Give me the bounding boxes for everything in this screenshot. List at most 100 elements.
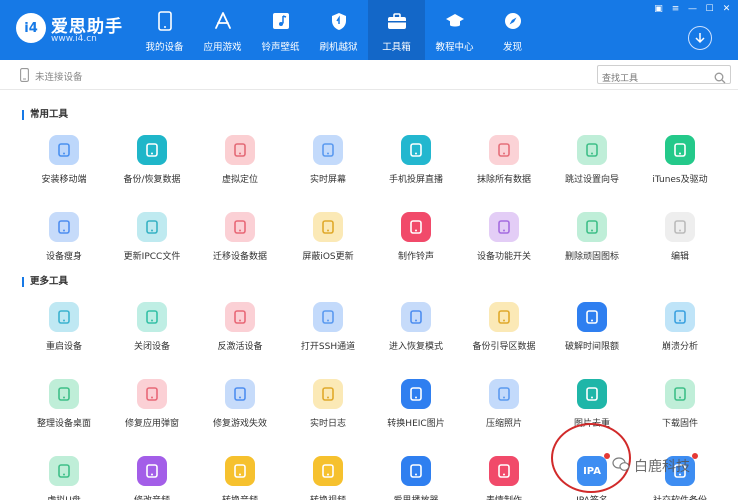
nav-ringtones-wallpapers[interactable]: 铃声壁纸 bbox=[252, 0, 309, 60]
minimize-icon[interactable]: — bbox=[685, 2, 700, 15]
ipcc-file-icon bbox=[137, 212, 167, 242]
nav-flash-jailbreak[interactable]: 刷机越狱 bbox=[310, 0, 367, 60]
tool-label: 制作铃声 bbox=[397, 252, 434, 262]
tool-eraser[interactable]: 抹除所有数据 bbox=[464, 135, 544, 195]
tool-recovery-phone[interactable]: 进入恢复模式 bbox=[376, 302, 456, 362]
tool-label: 实时日志 bbox=[309, 419, 346, 429]
tool-skip-document[interactable]: 跳过设置向导 bbox=[552, 135, 632, 195]
nav-toolbox[interactable]: 工具箱 bbox=[368, 0, 425, 60]
usb-drive-icon bbox=[49, 456, 79, 486]
device-bar: 未连接设备 bbox=[0, 60, 738, 90]
nav-apps-games[interactable]: 应用游戏 bbox=[194, 0, 251, 60]
tool-firmware-download[interactable]: 下载固件 bbox=[640, 379, 720, 439]
delete-icon-icon bbox=[577, 212, 607, 242]
tool-label: 虚拟定位 bbox=[221, 175, 258, 185]
tool-search bbox=[597, 65, 731, 88]
ringtone-icon bbox=[401, 212, 431, 242]
tool-label: 图片去重 bbox=[573, 419, 610, 429]
tool-label: 修改音频 bbox=[134, 493, 170, 500]
tool-compress-photo[interactable]: 压缩照片 bbox=[464, 379, 544, 439]
wechat-icon bbox=[612, 456, 630, 476]
tool-play-screen[interactable]: 手机投屏直播 bbox=[376, 135, 456, 195]
app-logo: i4 bbox=[16, 13, 46, 43]
tool-plus[interactable]: 编辑 bbox=[640, 212, 720, 272]
tool-fix-popup[interactable]: 修复应用弹窗 bbox=[112, 379, 192, 439]
search-input[interactable] bbox=[598, 70, 708, 88]
tool-migrate-data[interactable]: 迁移设备数据 bbox=[200, 212, 280, 272]
tool-label: 反激活设备 bbox=[217, 342, 263, 352]
tool-location-pin[interactable]: 虚拟定位 bbox=[200, 135, 280, 195]
tool-label: 转换视频 bbox=[310, 493, 346, 500]
tool-hourglass[interactable]: 破解时间限额 bbox=[552, 302, 632, 362]
tool-ipcc-file[interactable]: 更新IPCC文件 bbox=[112, 212, 192, 272]
tool-install-mobile[interactable]: 安装移动端 bbox=[24, 135, 104, 195]
search-icon[interactable] bbox=[714, 69, 726, 88]
tool-desktop-grid[interactable]: 整理设备桌面 bbox=[24, 379, 104, 439]
top-header: i4 爱思助手 www.i4.cn 我的设备 应用游戏 铃声壁纸 刷机越狱 工具… bbox=[0, 0, 738, 60]
tool-toggle-switch[interactable]: 设备功能开关 bbox=[464, 212, 544, 272]
new-badge-dot bbox=[604, 453, 610, 459]
tool-broom[interactable]: 设备瘦身 bbox=[24, 212, 104, 272]
nav-tutorials[interactable]: 教程中心 bbox=[426, 0, 483, 60]
tool-dedupe-image[interactable]: 图片去重 bbox=[552, 379, 632, 439]
tool-crash-report[interactable]: 崩溃分析 bbox=[640, 302, 720, 362]
gamepad-icon bbox=[225, 379, 255, 409]
umbrella-icon bbox=[137, 135, 167, 165]
tool-screen-image[interactable]: 实时屏幕 bbox=[288, 135, 368, 195]
ssh-terminal-icon bbox=[313, 302, 343, 332]
tool-deactivate-phone[interactable]: 反激活设备 bbox=[200, 302, 280, 362]
tool-umbrella[interactable]: 备份/恢复数据 bbox=[112, 135, 192, 195]
tool-gamepad[interactable]: 修复游戏失效 bbox=[200, 379, 280, 439]
tool-label: 安装移动端 bbox=[41, 175, 87, 185]
menu-icon[interactable]: ≡ bbox=[668, 2, 683, 15]
device-phone-icon bbox=[20, 67, 29, 86]
skip-document-icon bbox=[577, 135, 607, 165]
tool-label: IPA签名 bbox=[576, 493, 608, 500]
tool-label: 表情制作 bbox=[486, 493, 522, 500]
tool-player[interactable]: 爱思播放器 bbox=[376, 456, 456, 500]
ipa-icon-text: IPA bbox=[583, 465, 601, 477]
tool-delete-icon[interactable]: 删除顽固图标 bbox=[552, 212, 632, 272]
main-nav: 我的设备 应用游戏 铃声壁纸 刷机越狱 工具箱 教程中心 发现 bbox=[136, 0, 542, 60]
tool-edit-audio[interactable]: 修改音频 bbox=[112, 456, 192, 500]
tool-ringtone[interactable]: 制作铃声 bbox=[376, 212, 456, 272]
tool-label: 设备瘦身 bbox=[45, 252, 82, 262]
tool-emoji-face[interactable]: 表情制作 bbox=[464, 456, 544, 500]
nav-discover[interactable]: 发现 bbox=[484, 0, 541, 60]
play-screen-icon bbox=[401, 135, 431, 165]
maximize-icon[interactable]: ☐ bbox=[702, 2, 717, 15]
tool-itunes-music[interactable]: iTunes及驱动 bbox=[640, 135, 720, 195]
tool-label: 重启设备 bbox=[45, 342, 82, 352]
tool-heic-image[interactable]: 转换HEIC图片 bbox=[376, 379, 456, 439]
tool-label: 屏蔽iOS更新 bbox=[302, 252, 354, 262]
shield-icon bbox=[329, 11, 349, 31]
tool-ssh-terminal[interactable]: 打开SSH通道 bbox=[288, 302, 368, 362]
install-mobile-icon bbox=[49, 135, 79, 165]
tool-label: 修复游戏失效 bbox=[212, 419, 267, 429]
graduation-cap-icon bbox=[445, 11, 465, 31]
skin-icon[interactable]: ▣ bbox=[651, 2, 666, 15]
power-icon bbox=[137, 302, 167, 332]
app-url: www.i4.cn bbox=[51, 34, 97, 44]
close-icon[interactable]: ✕ bbox=[719, 2, 734, 15]
tool-block-update[interactable]: 屏蔽iOS更新 bbox=[288, 212, 368, 272]
plus-icon bbox=[665, 212, 695, 242]
tool-log-document[interactable]: 实时日志 bbox=[288, 379, 368, 439]
download-arrow-icon bbox=[694, 29, 706, 48]
tool-restart-burst[interactable]: 重启设备 bbox=[24, 302, 104, 362]
screen-image-icon bbox=[313, 135, 343, 165]
tool-usb-drive[interactable]: 虚拟U盘 bbox=[24, 456, 104, 500]
nav-my-device[interactable]: 我的设备 bbox=[136, 0, 193, 60]
tool-label: 整理设备桌面 bbox=[36, 419, 91, 429]
desktop-grid-icon bbox=[49, 379, 79, 409]
tool-label: 进入恢复模式 bbox=[388, 342, 443, 352]
tool-power[interactable]: 关闭设备 bbox=[112, 302, 192, 362]
tool-label: 破解时间限额 bbox=[564, 342, 619, 352]
tool-backup-boot[interactable]: 备份引导区数据 bbox=[464, 302, 544, 362]
tool-audio-wave[interactable]: 转换音频 bbox=[200, 456, 280, 500]
device-status: 未连接设备 bbox=[35, 72, 83, 83]
window-controls: ▣ ≡ — ☐ ✕ bbox=[651, 2, 734, 15]
tool-video-convert[interactable]: 转换视频 bbox=[288, 456, 368, 500]
download-button[interactable] bbox=[688, 26, 712, 50]
new-badge-dot bbox=[692, 453, 698, 459]
